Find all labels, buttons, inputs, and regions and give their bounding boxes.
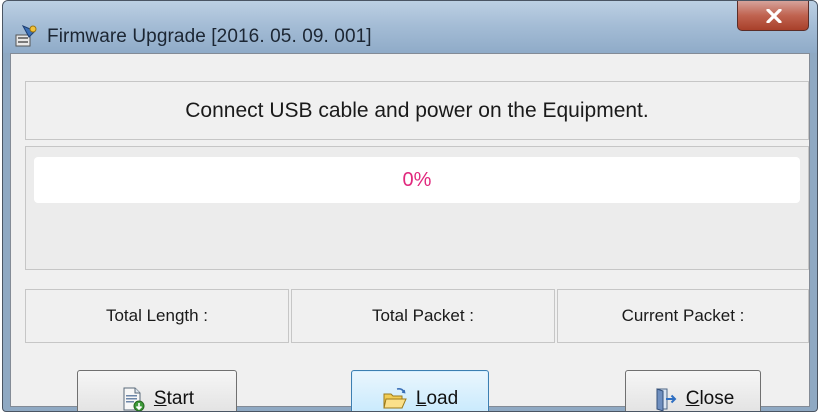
start-button-label: Start — [153, 388, 195, 409]
window-title: Firmware Upgrade [2016. 05. 09. 001] — [47, 26, 372, 47]
document-download-icon — [120, 386, 146, 411]
window-close-button[interactable] — [737, 1, 809, 31]
exit-door-icon — [652, 386, 678, 411]
close-button-label: Close — [685, 388, 735, 409]
progress-percent: 0% — [402, 168, 432, 191]
total-length-label: Total Length : — [25, 289, 289, 343]
load-button-label: Load — [415, 388, 459, 409]
close-x-icon — [766, 9, 782, 23]
dialog-client-area: Connect USB cable and power on the Equip… — [10, 53, 810, 411]
title-bar[interactable]: Firmware Upgrade [2016. 05. 09. 001] — [3, 1, 817, 53]
progress-panel: 0% — [25, 146, 809, 270]
start-button[interactable]: Start — [77, 370, 237, 411]
open-folder-icon — [382, 386, 408, 411]
load-button[interactable]: Load — [351, 370, 489, 411]
status-message: Connect USB cable and power on the Equip… — [25, 81, 809, 140]
firmware-upgrade-window: Firmware Upgrade [2016. 05. 09. 001] Con… — [2, 0, 818, 412]
close-button[interactable]: Close — [625, 370, 761, 411]
total-packet-label: Total Packet : — [291, 289, 555, 343]
current-packet-label: Current Packet : — [557, 289, 809, 343]
firmware-app-icon — [13, 23, 39, 49]
progress-bar: 0% — [34, 157, 800, 203]
